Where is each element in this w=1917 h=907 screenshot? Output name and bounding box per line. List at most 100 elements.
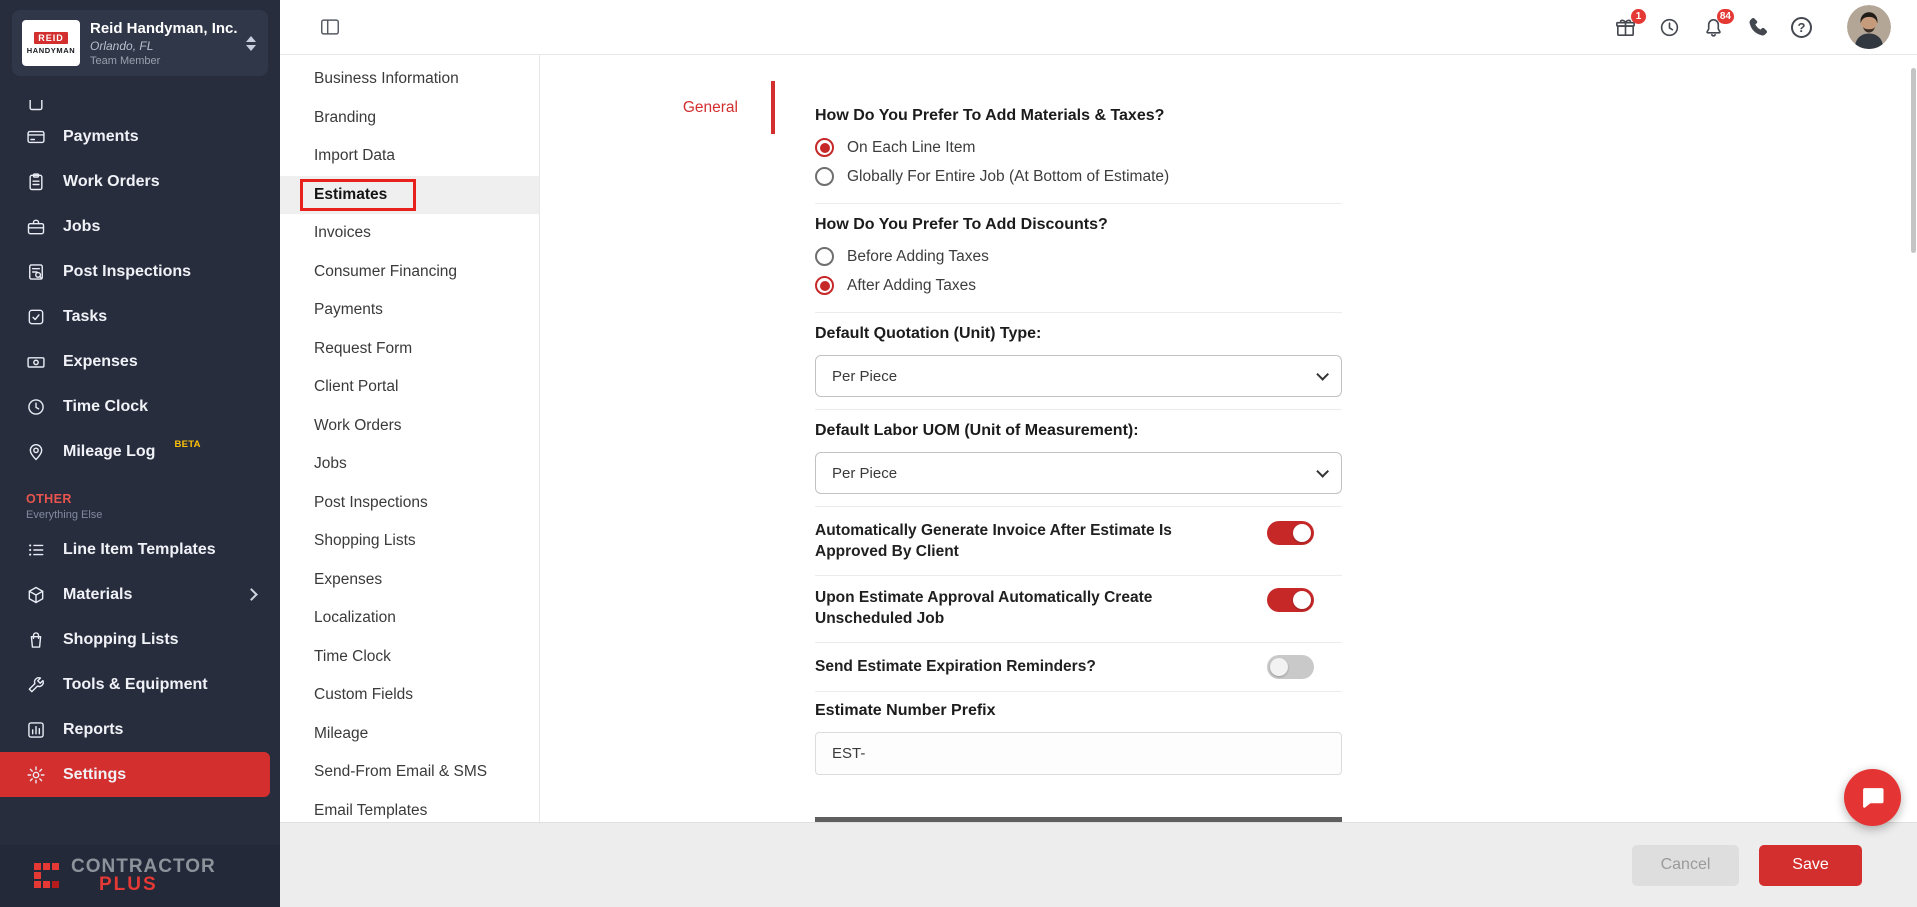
settings-nav-item-mileage[interactable]: Mileage (280, 715, 539, 754)
settings-nav-label: Business Information (314, 70, 459, 88)
sidebar-item-payments[interactable]: Payments (0, 114, 280, 159)
settings-nav-item-invoices[interactable]: Invoices (280, 214, 539, 253)
labor-uom-select[interactable]: Per Piece (815, 452, 1342, 494)
divider (815, 506, 1342, 507)
radio-option-on-each-line-item[interactable]: On Each Line Item (815, 133, 1342, 162)
sidebar-nav: Payments Work Orders Jobs Post Inspectio… (0, 100, 280, 797)
sidebar-item-expenses[interactable]: Expenses (0, 339, 280, 384)
estimate-prefix-input[interactable] (815, 732, 1342, 775)
settings-nav-label: Payments (314, 301, 383, 319)
settings-nav-item-consumer-financing[interactable]: Consumer Financing (280, 253, 539, 292)
settings-nav-item-send-from-email-sms[interactable]: Send-From Email & SMS (280, 753, 539, 792)
sidebar-item-post-inspections[interactable]: Post Inspections (0, 249, 280, 294)
footer-logo-line2: PLUS (99, 876, 216, 894)
sidebar-item-materials[interactable]: Materials (0, 572, 280, 617)
sidebar-item-line-item-templates[interactable]: Line Item Templates (0, 527, 280, 572)
quotation-type-select[interactable]: Per Piece (815, 355, 1342, 397)
sidebar-item-mileage-log[interactable]: Mileage Log BETA (0, 429, 280, 474)
help-button[interactable]: ? (1789, 15, 1814, 40)
toggle-knob (1293, 524, 1311, 542)
company-info: Reid Handyman, Inc. Orlando, FL Team Mem… (90, 20, 236, 67)
tab-label: General (683, 99, 738, 117)
settings-nav-label: Expenses (314, 571, 382, 589)
create-unscheduled-job-toggle[interactable] (1267, 588, 1314, 612)
settings-nav-item-estimates[interactable]: Estimates (280, 176, 539, 215)
chat-widget-button[interactable] (1844, 769, 1901, 826)
sidebar-collapse-button[interactable] (318, 16, 342, 38)
body-row: Business Information Branding Import Dat… (280, 55, 1917, 822)
sidebar-item-tasks[interactable]: Tasks (0, 294, 280, 339)
settings-nav-label: Shopping Lists (314, 532, 416, 550)
settings-nav-item-time-clock[interactable]: Time Clock (280, 638, 539, 677)
settings-nav-item-shopping-lists[interactable]: Shopping Lists (280, 522, 539, 561)
notifications-button[interactable]: 84 (1701, 15, 1726, 40)
main-area: 1 84 ? (280, 0, 1917, 907)
toggle-knob (1270, 658, 1288, 676)
radio-selected-icon (815, 276, 834, 295)
post-inspections-icon (26, 262, 46, 282)
sidebar-item-settings[interactable]: Settings (0, 752, 270, 797)
radio-option-after-adding-taxes[interactable]: After Adding Taxes (815, 271, 1342, 300)
settings-nav-item-client-portal[interactable]: Client Portal (280, 368, 539, 407)
settings-nav-item-post-inspections[interactable]: Post Inspections (280, 484, 539, 523)
radio-option-before-adding-taxes[interactable]: Before Adding Taxes (815, 242, 1342, 271)
sidebar-item-label: Tools & Equipment (63, 676, 208, 694)
phone-icon (1746, 16, 1769, 39)
scrollbar-thumb[interactable] (1911, 68, 1916, 253)
sidebar-item-label: Payments (63, 128, 139, 146)
sidebar-item-partial[interactable] (0, 100, 280, 114)
gift-button[interactable]: 1 (1613, 15, 1638, 40)
divider (815, 312, 1342, 313)
history-button[interactable] (1657, 15, 1682, 40)
settings-nav-item-custom-fields[interactable]: Custom Fields (280, 676, 539, 715)
phone-button[interactable] (1745, 15, 1770, 40)
materials-taxes-question: How Do You Prefer To Add Materials & Tax… (815, 107, 1342, 125)
settings-nav-item-jobs[interactable]: Jobs (280, 445, 539, 484)
topbar: 1 84 ? (280, 0, 1917, 55)
company-logo-line2: HANDYMAN (27, 46, 76, 55)
radio-label: After Adding Taxes (847, 277, 976, 295)
settings-nav-item-business-information[interactable]: Business Information (280, 60, 539, 99)
sidebar-item-shopping-lists[interactable]: Shopping Lists (0, 617, 280, 662)
settings-nav-item-branding[interactable]: Branding (280, 99, 539, 138)
settings-nav-item-request-form[interactable]: Request Form (280, 330, 539, 369)
settings-nav-item-expenses[interactable]: Expenses (280, 561, 539, 600)
settings-nav-label: Mileage (314, 725, 368, 743)
sidebar-item-tools-equipment[interactable]: Tools & Equipment (0, 662, 280, 707)
settings-nav-label: Time Clock (314, 648, 391, 666)
auto-generate-invoice-toggle[interactable] (1267, 521, 1314, 545)
settings-nav-label: Post Inspections (314, 494, 428, 512)
sidebar-item-jobs[interactable]: Jobs (0, 204, 280, 249)
radio-option-globally-entire-job[interactable]: Globally For Entire Job (At Bottom of Es… (815, 162, 1342, 191)
beta-badge: BETA (174, 439, 200, 450)
divider (815, 691, 1342, 692)
sidebar-item-label: Settings (63, 766, 126, 784)
radio-unselected-icon (815, 247, 834, 266)
payments-icon (26, 127, 46, 147)
save-button[interactable]: Save (1759, 845, 1862, 886)
chevron-down-icon (1316, 368, 1329, 381)
settings-nav-label: Work Orders (314, 417, 402, 435)
company-role: Team Member (90, 55, 236, 67)
sidebar-item-label: Post Inspections (63, 263, 191, 281)
company-selector[interactable]: REID HANDYMAN Reid Handyman, Inc. Orland… (12, 10, 268, 76)
settings-nav-item-email-templates[interactable]: Email Templates (280, 792, 539, 823)
settings-nav-item-import-data[interactable]: Import Data (280, 137, 539, 176)
settings-nav-label: Client Portal (314, 378, 398, 396)
cancel-button[interactable]: Cancel (1632, 845, 1739, 886)
sidebar-item-work-orders[interactable]: Work Orders (0, 159, 280, 204)
user-avatar[interactable] (1847, 5, 1891, 49)
tasks-icon (26, 307, 46, 327)
settings-nav-item-localization[interactable]: Localization (280, 599, 539, 638)
tab-general[interactable]: General (683, 81, 775, 134)
settings-nav-item-payments[interactable]: Payments (280, 291, 539, 330)
expiration-reminders-toggle[interactable] (1267, 655, 1314, 679)
sidebar-item-time-clock[interactable]: Time Clock (0, 384, 280, 429)
settings-sections-nav: Business Information Branding Import Dat… (280, 55, 540, 822)
chat-bubble-icon (1859, 784, 1887, 812)
app-root: REID HANDYMAN Reid Handyman, Inc. Orland… (0, 0, 1917, 907)
company-switcher-icon (246, 36, 258, 51)
sidebar-item-reports[interactable]: Reports (0, 707, 280, 752)
settings-nav-item-work-orders[interactable]: Work Orders (280, 407, 539, 446)
radio-label: Before Adding Taxes (847, 248, 989, 266)
